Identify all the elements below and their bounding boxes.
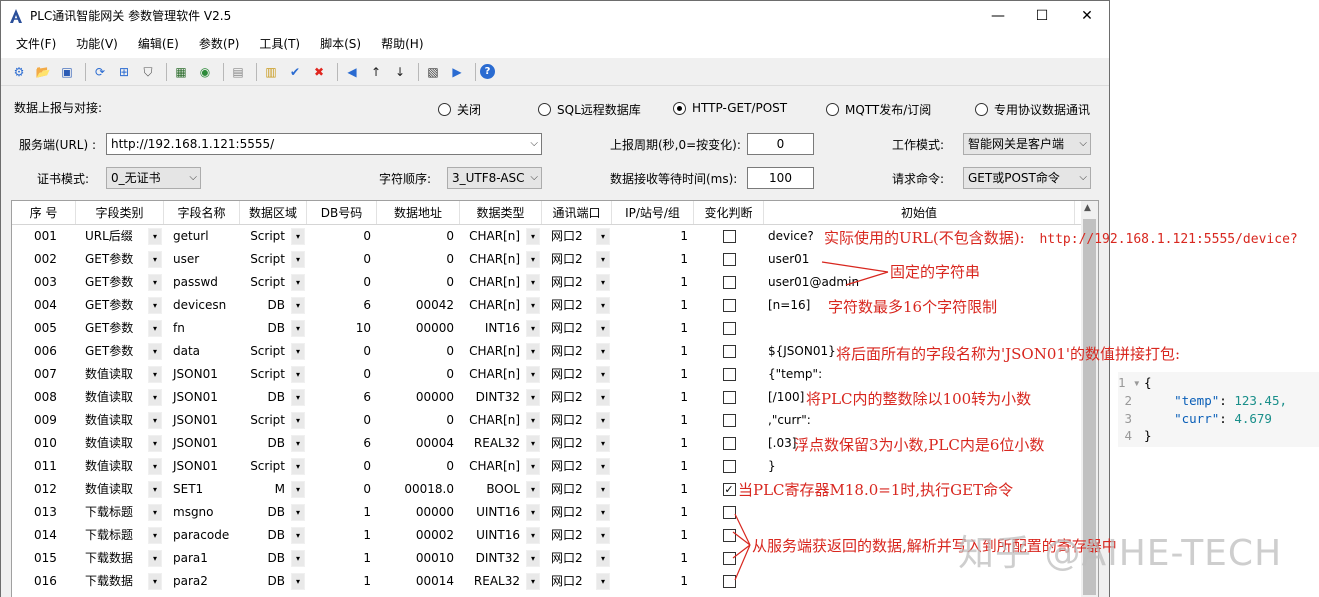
code-line-4: } [1144,428,1152,443]
code-val-curr: 4.679 [1234,411,1272,426]
arrow-line [821,261,889,273]
code-key-curr: "curr" [1174,411,1220,426]
arrow-line [845,271,889,286]
code-key-temp: "temp" [1174,393,1220,408]
annotation-arrows [732,261,889,581]
line-number: 2 [1124,393,1132,408]
json-code-panel: 1 ▾{ 2 "temp": 123.45, 3 "curr": 4.679 4… [1118,372,1319,447]
line-number: 3 [1124,411,1132,426]
line-number: 1 ▾ [1118,375,1141,390]
arrow-line [734,513,751,546]
code-line-1: { [1144,375,1152,390]
watermark: 知乎 @AIHE-TECH [958,533,1283,574]
code-val-temp: 123.45, [1234,393,1288,408]
line-number: 4 [1124,428,1132,443]
